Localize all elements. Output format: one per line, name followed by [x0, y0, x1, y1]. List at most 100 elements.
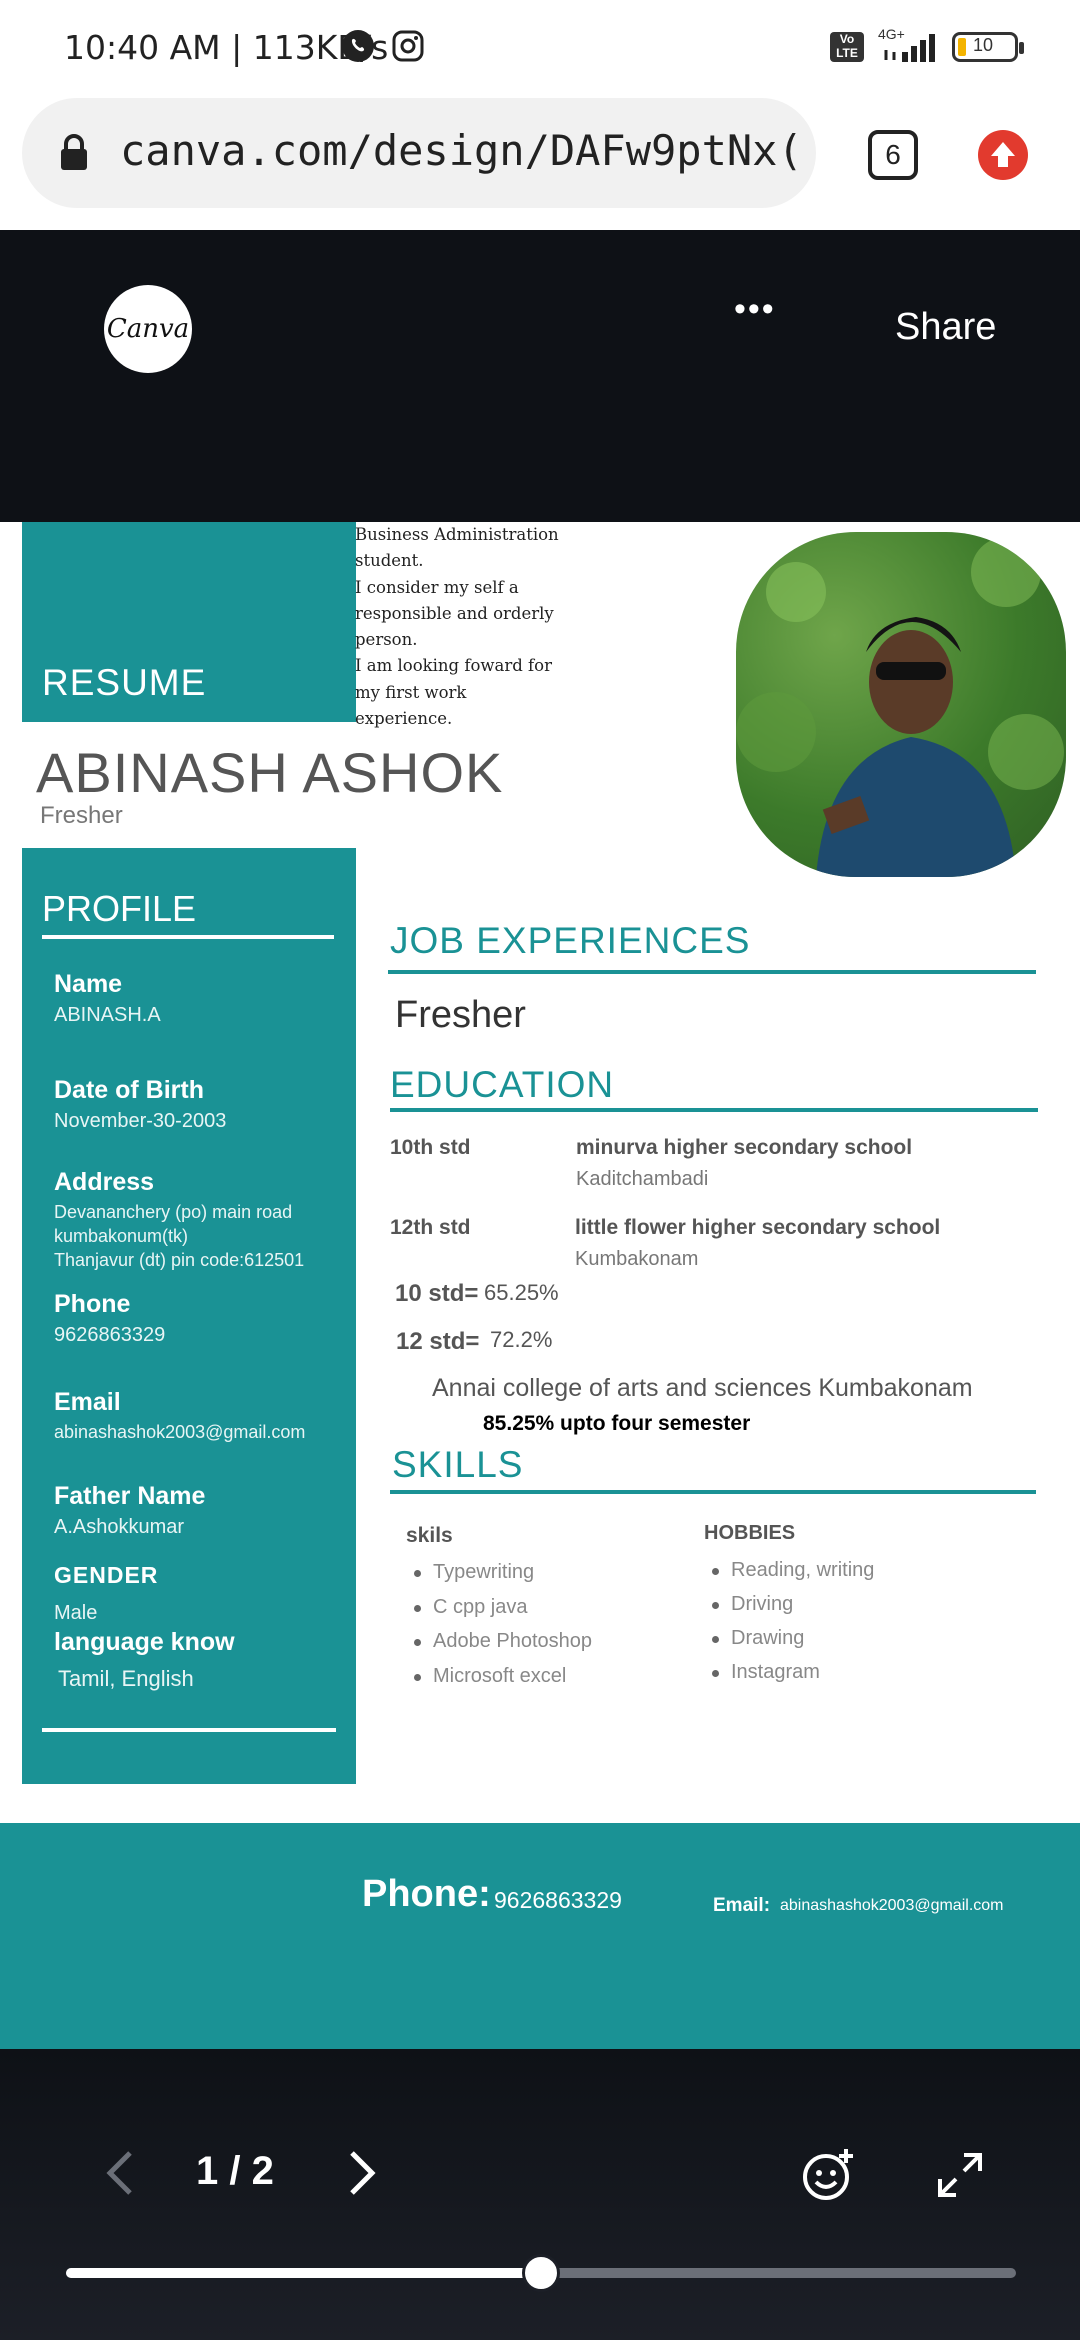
- battery-level: 10: [973, 35, 994, 55]
- url-text[interactable]: canva.com/design/DAFw9ptNx(: [120, 126, 810, 175]
- phone-label: Phone: [54, 1290, 131, 1318]
- skill-item: Typewriting: [414, 1556, 592, 1591]
- more-options-button[interactable]: •••: [734, 290, 776, 329]
- intro-line: person.: [355, 630, 418, 650]
- previous-page-button[interactable]: [104, 2149, 134, 2197]
- url-bar[interactable]: canva.com/design/DAFw9ptNx(: [22, 98, 816, 208]
- whatsapp-icon: [340, 28, 376, 64]
- fullscreen-button[interactable]: [936, 2151, 984, 2199]
- job-divider: [388, 970, 1036, 974]
- upload-button[interactable]: [978, 130, 1028, 180]
- footer-phone-label: Phone:: [362, 1873, 491, 1915]
- resume-header-block: RESUME: [22, 522, 356, 722]
- resume-label: RESUME: [42, 662, 207, 703]
- job-experiences-title: JOB EXPERIENCES: [390, 920, 751, 961]
- footer-phone-value: 9626863329: [494, 1887, 622, 1913]
- chevron-left-icon: [106, 2151, 132, 2195]
- score-10-value: 65.25%: [484, 1280, 559, 1305]
- progress-thumb[interactable]: [522, 2254, 560, 2292]
- share-button[interactable]: Share: [895, 306, 996, 349]
- tab-count-button[interactable]: 6: [868, 130, 918, 180]
- edu-12th-place: Kumbakonam: [575, 1248, 699, 1270]
- language-label: language know: [54, 1628, 235, 1656]
- phone-value: 9626863329: [54, 1324, 166, 1346]
- father-value: A.Ashokkumar: [54, 1516, 185, 1538]
- skill-item: Adobe Photoshop: [414, 1625, 592, 1660]
- hobby-item: Drawing: [712, 1622, 874, 1656]
- address-label: Address: [54, 1168, 155, 1196]
- footer-email-value: abinashashok2003@gmail.com: [780, 1897, 1004, 1914]
- chevron-right-icon: [350, 2151, 376, 2195]
- page-controls: 1 / 2: [0, 2049, 1080, 2340]
- father-label: Father Name: [54, 1482, 206, 1510]
- instagram-icon: [392, 30, 424, 62]
- education-title: EDUCATION: [390, 1064, 615, 1105]
- gender-label: GENDER: [54, 1562, 159, 1588]
- candidate-name: ABINASH ASHOK: [36, 741, 504, 804]
- education-divider: [390, 1108, 1038, 1112]
- language-value: Tamil, English: [58, 1666, 194, 1691]
- college-name: Annai college of arts and sciences Kumba…: [432, 1374, 973, 1402]
- edu-12th-label: 12th std: [390, 1216, 471, 1239]
- intro-line: Business Administration: [355, 525, 559, 544]
- resume-footer: Phone: 9626863329 Email: abinashashok200…: [0, 1823, 1080, 2049]
- add-reaction-button[interactable]: [800, 2147, 856, 2203]
- hobby-item: Driving: [712, 1588, 874, 1622]
- edu-10th-school: minurva higher secondary school: [576, 1136, 913, 1159]
- progress-fill: [66, 2268, 541, 2278]
- next-page-button[interactable]: [348, 2149, 378, 2197]
- score-12-label: 12 std=: [396, 1328, 480, 1355]
- college-score: 85.25% upto four semester: [483, 1412, 751, 1435]
- skills-divider: [390, 1490, 1036, 1494]
- arrow-up-icon: [991, 142, 1015, 167]
- address-line: Thanjavur (dt) pin code:612501: [54, 1250, 305, 1270]
- profile-photo: [736, 532, 1066, 877]
- dob-label: Date of Birth: [54, 1076, 204, 1104]
- progress-track[interactable]: [66, 2254, 1016, 2292]
- canva-logo[interactable]: Canva: [104, 285, 192, 373]
- skills-heading: skils: [406, 1524, 453, 1547]
- footer-email-label: Email:: [713, 1895, 771, 1916]
- intro-line: I consider my self a: [355, 577, 519, 597]
- address-value: Devananchery (po) main road kumbakonum(t…: [54, 1200, 304, 1272]
- profile-bottom-divider: [42, 1728, 336, 1732]
- edu-10th-label: 10th std: [390, 1136, 471, 1159]
- expand-icon: [938, 2153, 982, 2197]
- name-label: Name: [54, 970, 123, 998]
- skill-item: Microsoft excel: [414, 1660, 592, 1695]
- hobbies-heading: HOBBIES: [704, 1522, 796, 1544]
- hobbies-list: Reading, writing Driving Drawing Instagr…: [712, 1554, 874, 1690]
- edu-12th-school: little flower higher secondary school: [575, 1216, 941, 1239]
- volte-icon: Vo LTE: [830, 32, 864, 62]
- profile-divider: [42, 935, 334, 939]
- intro-text: Business Administration student. I consi…: [355, 522, 575, 732]
- address-line: Devananchery (po) main road: [54, 1202, 293, 1222]
- skills-list: Typewriting C cpp java Adobe Photoshop M…: [414, 1556, 592, 1694]
- skill-item: C cpp java: [414, 1591, 592, 1626]
- intro-line: responsible and orderly: [355, 603, 554, 623]
- page-indicator: 1 / 2: [196, 2149, 274, 2193]
- gender-value: Male: [54, 1602, 98, 1624]
- emoji-add-icon: [803, 2149, 853, 2200]
- address-line: kumbakonum(tk): [54, 1226, 189, 1246]
- lock-icon: [58, 132, 90, 172]
- resume-document: RESUME Business Administration student. …: [0, 522, 1080, 1822]
- candidate-role: Fresher: [40, 802, 123, 829]
- name-value: ABINASH.A: [54, 1004, 161, 1026]
- status-bar: 10:40 AM | 113KB/s Vo LTE 4G+ 10: [0, 0, 1080, 95]
- profile-title: PROFILE: [42, 888, 197, 929]
- skills-title: SKILLS: [392, 1444, 524, 1485]
- job-experience-value: Fresher: [395, 994, 526, 1036]
- profile-sidebar: PROFILE Name ABINASH.A Date of Birth Nov…: [22, 848, 356, 1784]
- intro-line: student.: [355, 551, 424, 571]
- email-label: Email: [54, 1388, 121, 1416]
- intro-line: my first work: [355, 682, 467, 702]
- edu-10th-place: Kaditchambadi: [576, 1168, 709, 1190]
- person-photo-illustration: [736, 537, 1064, 877]
- score-12-value: 72.2%: [490, 1327, 553, 1352]
- battery-icon: 10: [952, 32, 1024, 62]
- dob-value: November-30-2003: [54, 1110, 227, 1132]
- signal-icon: [880, 30, 938, 64]
- intro-line: I am looking foward for: [355, 656, 552, 676]
- intro-line: experience.: [355, 709, 453, 729]
